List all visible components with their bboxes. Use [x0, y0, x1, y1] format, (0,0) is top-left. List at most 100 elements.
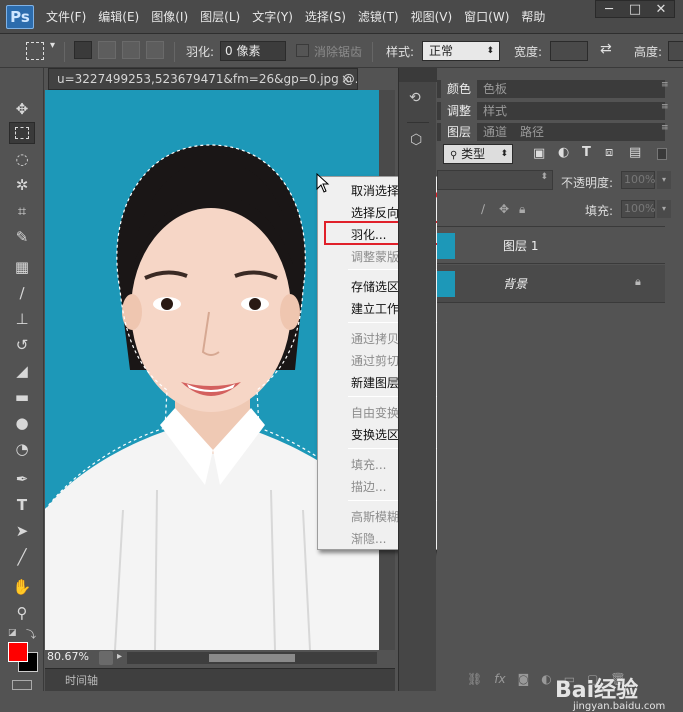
- timeline-tab[interactable]: 时间轴: [65, 672, 98, 688]
- blend-mode-select[interactable]: ⬍: [437, 170, 553, 190]
- antialias-checkbox[interactable]: [296, 44, 309, 57]
- crop-tool-icon[interactable]: ⌗: [9, 200, 35, 222]
- horizontal-scrollbar[interactable]: [127, 652, 377, 664]
- marquee-tool-preset-icon[interactable]: [26, 42, 44, 60]
- ctx-select-inverse[interactable]: 选择反向: [351, 204, 399, 221]
- width-input[interactable]: [550, 41, 588, 61]
- minimize-button[interactable]: ─: [596, 1, 622, 19]
- menu-image[interactable]: 图像(I): [145, 0, 194, 34]
- zoom-level[interactable]: 80.67%: [47, 650, 89, 663]
- type-tool-icon[interactable]: T: [9, 494, 35, 516]
- marquee-tool-icon[interactable]: [9, 122, 35, 144]
- status-arrow-icon[interactable]: ▸: [117, 651, 122, 662]
- filter-type-icon[interactable]: T: [582, 145, 591, 160]
- restore-button[interactable]: □: [622, 1, 648, 19]
- panel-menu-icon[interactable]: ≡: [661, 123, 669, 133]
- tab-color[interactable]: 颜色: [441, 80, 478, 98]
- quick-mask-icon[interactable]: [12, 680, 32, 690]
- adjustment-layer-icon[interactable]: ◐: [541, 672, 551, 690]
- layer-row[interactable]: 背景 🔒︎: [437, 265, 665, 303]
- zoom-tool-icon[interactable]: ⚲: [9, 602, 35, 624]
- ctx-transform-selection[interactable]: 变换选区: [351, 426, 399, 443]
- style-select[interactable]: 正常 ⬍: [422, 41, 500, 61]
- hand-tool-icon[interactable]: ✋: [9, 576, 35, 598]
- layer-kind-filter[interactable]: ⚲ 类型 ⬍: [443, 144, 513, 164]
- menu-layer[interactable]: 图层(L): [194, 0, 246, 34]
- magic-wand-tool-icon[interactable]: ✲: [9, 174, 35, 196]
- filter-shape-icon[interactable]: ⧈: [605, 145, 613, 160]
- menu-filter[interactable]: 滤镜(T): [352, 0, 405, 34]
- line-tool-icon[interactable]: ╱: [9, 546, 35, 568]
- close-window-button[interactable]: ✕: [648, 1, 674, 19]
- 3d-panel-icon[interactable]: ⬡: [410, 132, 422, 148]
- document-tab[interactable]: u=3227499253,523679471&fm=26&gp=0.jpg @.…: [48, 68, 358, 90]
- fill-input[interactable]: 100%: [621, 200, 655, 218]
- pen-tool-icon[interactable]: ✒: [9, 468, 35, 490]
- menu-window[interactable]: 窗口(W): [458, 0, 515, 34]
- updown-icon: ⬍: [500, 149, 508, 159]
- default-colors-icon[interactable]: ◪: [8, 628, 17, 638]
- horizontal-scroll-thumb[interactable]: [209, 654, 295, 662]
- gradient-tool-icon[interactable]: ▬: [9, 386, 35, 408]
- add-mask-icon[interactable]: ◙: [518, 672, 530, 690]
- status-info-icon[interactable]: [99, 651, 113, 665]
- chevron-down-icon[interactable]: ▾: [657, 171, 671, 189]
- fx-icon[interactable]: fx: [494, 672, 505, 690]
- add-to-selection-button[interactable]: [98, 41, 116, 59]
- blur-tool-icon[interactable]: ●: [9, 412, 35, 434]
- filter-pixel-icon[interactable]: ▣: [533, 146, 545, 161]
- tab-layers[interactable]: 图层: [441, 123, 478, 141]
- panels-area: 颜色 色板 ≡ 调整 样式 ≡ 图层 通道 路径 ≡ ⚲ 类型 ⬍ ▣ ◐ T …: [437, 68, 683, 712]
- ctx-fade: 渐隐...: [351, 532, 387, 546]
- menu-help[interactable]: 帮助: [515, 0, 551, 34]
- lock-pixels-icon[interactable]: ∕: [481, 202, 485, 216]
- lock-position-icon[interactable]: ✥: [499, 202, 509, 216]
- tab-styles[interactable]: 样式: [477, 102, 514, 120]
- panel-menu-icon[interactable]: ≡: [661, 102, 669, 112]
- tab-adjustments[interactable]: 调整: [441, 102, 478, 120]
- menu-select[interactable]: 选择(S): [299, 0, 352, 34]
- brush-tool-icon[interactable]: ∕: [9, 282, 35, 304]
- clone-stamp-tool-icon[interactable]: ⊥: [9, 308, 35, 330]
- filter-toggle[interactable]: [657, 148, 667, 160]
- new-selection-button[interactable]: [74, 41, 92, 59]
- tab-channels[interactable]: 通道: [477, 123, 514, 141]
- ctx-deselect[interactable]: 取消选择: [351, 182, 399, 199]
- swap-colors-icon[interactable]: ⤵: [26, 626, 36, 641]
- filter-smart-object-icon[interactable]: ▤: [629, 145, 641, 160]
- intersect-selection-button[interactable]: [146, 41, 164, 59]
- dodge-tool-icon[interactable]: ◔: [9, 438, 35, 460]
- panel-menu-icon[interactable]: ≡: [661, 80, 669, 90]
- close-document-icon[interactable]: ×: [341, 69, 351, 89]
- swap-dimensions-icon[interactable]: ⇄: [600, 41, 612, 57]
- menu-file[interactable]: 文件(F): [40, 0, 92, 34]
- move-tool-icon[interactable]: ✥: [9, 98, 35, 120]
- tab-swatches[interactable]: 色板: [477, 80, 514, 98]
- chevron-down-icon[interactable]: ▾: [50, 40, 55, 51]
- tab-paths[interactable]: 路径: [514, 123, 551, 141]
- window-controls: ─ □ ✕: [595, 0, 675, 18]
- link-layers-icon[interactable]: ⛓: [467, 672, 482, 690]
- menu-edit[interactable]: 编辑(E): [92, 0, 145, 34]
- menu-view[interactable]: 视图(V): [405, 0, 459, 34]
- chevron-down-icon[interactable]: ▾: [657, 200, 671, 218]
- toolbox: ✥ ◌ ✲ ⌗ ✎ ▦ ∕ ⊥ ↺ ◢ ▬ ● ◔ ✒ T ➤ ╱ ✋ ⚲ ◪ …: [0, 68, 44, 691]
- eraser-tool-icon[interactable]: ◢: [9, 360, 35, 382]
- feather-input[interactable]: 0 像素: [220, 41, 286, 61]
- menu-type[interactable]: 文字(Y): [246, 0, 299, 34]
- foreground-color-swatch[interactable]: [8, 642, 28, 662]
- search-icon: ⚲: [450, 150, 458, 161]
- history-brush-tool-icon[interactable]: ↺: [9, 334, 35, 356]
- filter-adjustment-icon[interactable]: ◐: [558, 145, 569, 160]
- eyedropper-tool-icon[interactable]: ✎: [9, 226, 35, 248]
- healing-brush-tool-icon[interactable]: ▦: [9, 256, 35, 278]
- lasso-tool-icon[interactable]: ◌: [9, 148, 35, 170]
- subtract-selection-button[interactable]: [122, 41, 140, 59]
- opacity-input[interactable]: 100%: [621, 171, 655, 189]
- history-panel-icon[interactable]: ⟲: [409, 90, 421, 106]
- lock-all-icon[interactable]: 🔒︎: [519, 202, 525, 217]
- path-selection-tool-icon[interactable]: ➤: [9, 520, 35, 542]
- height-input[interactable]: [668, 41, 683, 61]
- layer-row[interactable]: 图层 1: [437, 226, 665, 264]
- watermark-url: jingyan.baidu.com: [573, 701, 666, 712]
